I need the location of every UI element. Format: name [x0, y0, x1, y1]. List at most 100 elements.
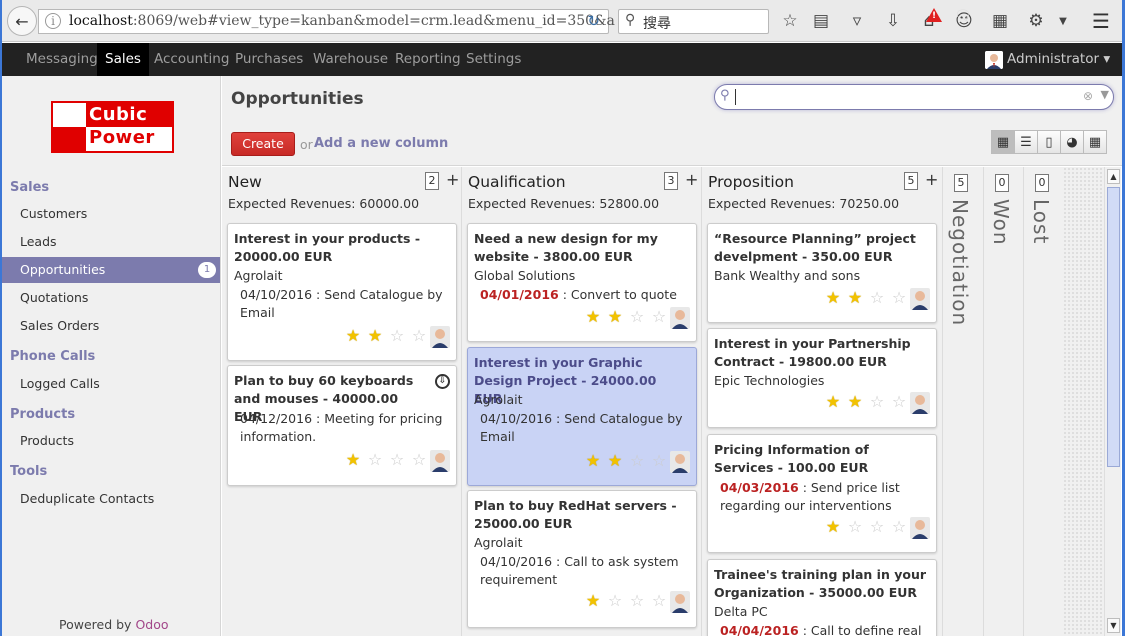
- star-icon[interactable]: ☆: [648, 451, 670, 470]
- nav-purchases[interactable]: Purchases: [235, 43, 303, 76]
- star-icon[interactable]: ★: [582, 307, 604, 326]
- kanban-card[interactable]: Need a new design for my website - 3800.…: [467, 223, 697, 342]
- card-title[interactable]: Trainee's training plan in your Organiza…: [714, 566, 929, 602]
- priority-stars[interactable]: ★ ★ ☆ ☆: [342, 326, 430, 345]
- star-icon[interactable]: ☆: [648, 307, 670, 326]
- star-icon[interactable]: ☆: [604, 591, 626, 610]
- sidebar-item-quotations[interactable]: Quotations: [2, 285, 220, 311]
- download-icon[interactable]: ⇩: [882, 10, 904, 32]
- hamburger-menu-icon[interactable]: ☰: [1088, 9, 1114, 33]
- star-icon[interactable]: ★: [822, 517, 844, 536]
- column-title[interactable]: Qualification: [468, 173, 566, 191]
- star-icon[interactable]: ☆: [648, 591, 670, 610]
- priority-stars[interactable]: ★ ☆ ☆ ☆: [582, 591, 670, 610]
- back-icon[interactable]: ←: [7, 6, 37, 36]
- calendar-view-icon[interactable]: ▦: [1083, 130, 1107, 154]
- kanban-card[interactable]: “Resource Planning” project develpment -…: [707, 223, 937, 323]
- card-title[interactable]: Pricing Information of Services - 100.00…: [714, 441, 929, 477]
- nav-warehouse[interactable]: Warehouse: [313, 43, 388, 76]
- user-menu[interactable]: Administrator ▾: [1007, 43, 1110, 76]
- reading-list-icon[interactable]: ▤: [810, 10, 832, 32]
- kanban-card[interactable]: Plan to buy 60 keyboards and mouses - 40…: [227, 365, 457, 486]
- kanban-view-icon[interactable]: ▦: [991, 130, 1015, 154]
- scrollbar-thumb[interactable]: [1107, 187, 1120, 467]
- addon-icon[interactable]: ⚙: [1025, 10, 1047, 32]
- kanban-column-negotiation[interactable]: 5 Negotiation: [943, 167, 984, 636]
- url-bar[interactable]: i localhost:8069/web#view_type=kanban&mo…: [38, 9, 615, 34]
- star-icon[interactable]: ★: [822, 288, 844, 307]
- star-icon[interactable]: ☆: [844, 517, 866, 536]
- graph-view-icon[interactable]: ◕: [1060, 130, 1084, 154]
- priority-stars[interactable]: ★ ☆ ☆ ☆: [342, 450, 430, 469]
- scroll-down-icon[interactable]: ▼: [1107, 618, 1120, 633]
- star-icon[interactable]: ★: [582, 591, 604, 610]
- star-icon[interactable]: ☆: [888, 517, 910, 536]
- star-icon[interactable]: ★: [844, 288, 866, 307]
- sidebar-item-deduplicate-contacts[interactable]: Deduplicate Contacts: [2, 486, 220, 512]
- nav-sales[interactable]: Sales: [97, 43, 149, 76]
- kanban-card[interactable]: Trainee's training plan in your Organiza…: [707, 559, 937, 636]
- card-title[interactable]: Need a new design for my website - 3800.…: [474, 230, 689, 266]
- dropdown-icon[interactable]: ⇩: [435, 374, 450, 389]
- star-icon[interactable]: ☆: [888, 288, 910, 307]
- info-icon[interactable]: i: [45, 13, 61, 29]
- kanban-card[interactable]: Interest in your Partnership Contract - …: [707, 328, 937, 428]
- priority-stars[interactable]: ★ ☆ ☆ ☆: [822, 517, 910, 536]
- column-title[interactable]: New: [228, 173, 262, 191]
- star-icon[interactable]: ☆: [888, 392, 910, 411]
- create-button[interactable]: Create: [231, 132, 295, 156]
- priority-stars[interactable]: ★ ★ ☆ ☆: [822, 288, 910, 307]
- add-icon[interactable]: +: [925, 170, 938, 189]
- list-view-icon[interactable]: ☰: [1014, 130, 1038, 154]
- sidebar-item-opportunities[interactable]: Opportunities 1: [2, 257, 220, 283]
- vertical-scrollbar[interactable]: ▲ ▼: [1104, 167, 1121, 636]
- odoo-link[interactable]: Odoo: [135, 617, 168, 632]
- bookmark-star-icon[interactable]: ☆: [779, 10, 801, 32]
- add-icon[interactable]: +: [685, 170, 698, 189]
- kanban-column-lost[interactable]: 0 Lost: [1024, 167, 1064, 636]
- column-title[interactable]: Proposition: [708, 173, 794, 191]
- add-icon[interactable]: +: [446, 170, 459, 189]
- star-icon[interactable]: ☆: [386, 450, 408, 469]
- sidebar-item-sales-orders[interactable]: Sales Orders: [2, 313, 220, 339]
- star-icon[interactable]: ☆: [626, 451, 648, 470]
- sidebar-item-customers[interactable]: Customers: [2, 201, 220, 227]
- star-icon[interactable]: ★: [604, 451, 626, 470]
- priority-stars[interactable]: ★ ★ ☆ ☆: [822, 392, 910, 411]
- star-icon[interactable]: ★: [822, 392, 844, 411]
- nav-accounting[interactable]: Accounting: [154, 43, 229, 76]
- star-icon[interactable]: ★: [844, 392, 866, 411]
- search-input[interactable]: ⚲ ⊗ ▼: [714, 84, 1114, 110]
- chat-icon[interactable]: 🗨: [954, 8, 972, 24]
- reload-icon[interactable]: ↻: [587, 12, 600, 30]
- pocket-icon[interactable]: ▿: [846, 10, 868, 32]
- sidebar-item-leads[interactable]: Leads: [2, 229, 220, 255]
- add-column-link[interactable]: Add a new column: [314, 136, 448, 151]
- star-icon[interactable]: ★: [342, 326, 364, 345]
- star-icon[interactable]: ★: [604, 307, 626, 326]
- browser-search-input[interactable]: ⚲ 搜尋: [618, 9, 769, 34]
- priority-stars[interactable]: ★ ★ ☆ ☆: [582, 451, 670, 470]
- sidebar-item-products[interactable]: Products: [2, 428, 220, 454]
- card-title[interactable]: Interest in your Partnership Contract - …: [714, 335, 929, 371]
- star-icon[interactable]: ☆: [626, 307, 648, 326]
- star-icon[interactable]: ☆: [866, 288, 888, 307]
- scroll-up-icon[interactable]: ▲: [1107, 169, 1120, 184]
- kanban-column-won[interactable]: 0 Won: [984, 167, 1024, 636]
- kanban-card[interactable]: Interest in your products - 20000.00 EUR…: [227, 223, 457, 361]
- kanban-card[interactable]: Pricing Information of Services - 100.00…: [707, 434, 937, 553]
- priority-stars[interactable]: ★ ★ ☆ ☆: [582, 307, 670, 326]
- star-icon[interactable]: ★: [342, 450, 364, 469]
- star-icon[interactable]: ☆: [408, 326, 430, 345]
- avatar[interactable]: [985, 51, 1003, 69]
- kanban-card[interactable]: Interest in your Graphic Design Project …: [467, 347, 697, 486]
- star-icon[interactable]: ☆: [866, 392, 888, 411]
- star-icon[interactable]: ☆: [626, 591, 648, 610]
- sidebar-item-logged-calls[interactable]: Logged Calls: [2, 371, 220, 397]
- nav-settings[interactable]: Settings: [466, 43, 521, 76]
- card-title[interactable]: Plan to buy RedHat servers - 25000.00 EU…: [474, 497, 689, 533]
- kanban-card[interactable]: Plan to buy RedHat servers - 25000.00 EU…: [467, 490, 697, 628]
- card-title[interactable]: “Resource Planning” project develpment -…: [714, 230, 929, 266]
- extension-icon[interactable]: ▦: [989, 10, 1011, 32]
- chevron-down-icon[interactable]: ▼: [1101, 88, 1109, 101]
